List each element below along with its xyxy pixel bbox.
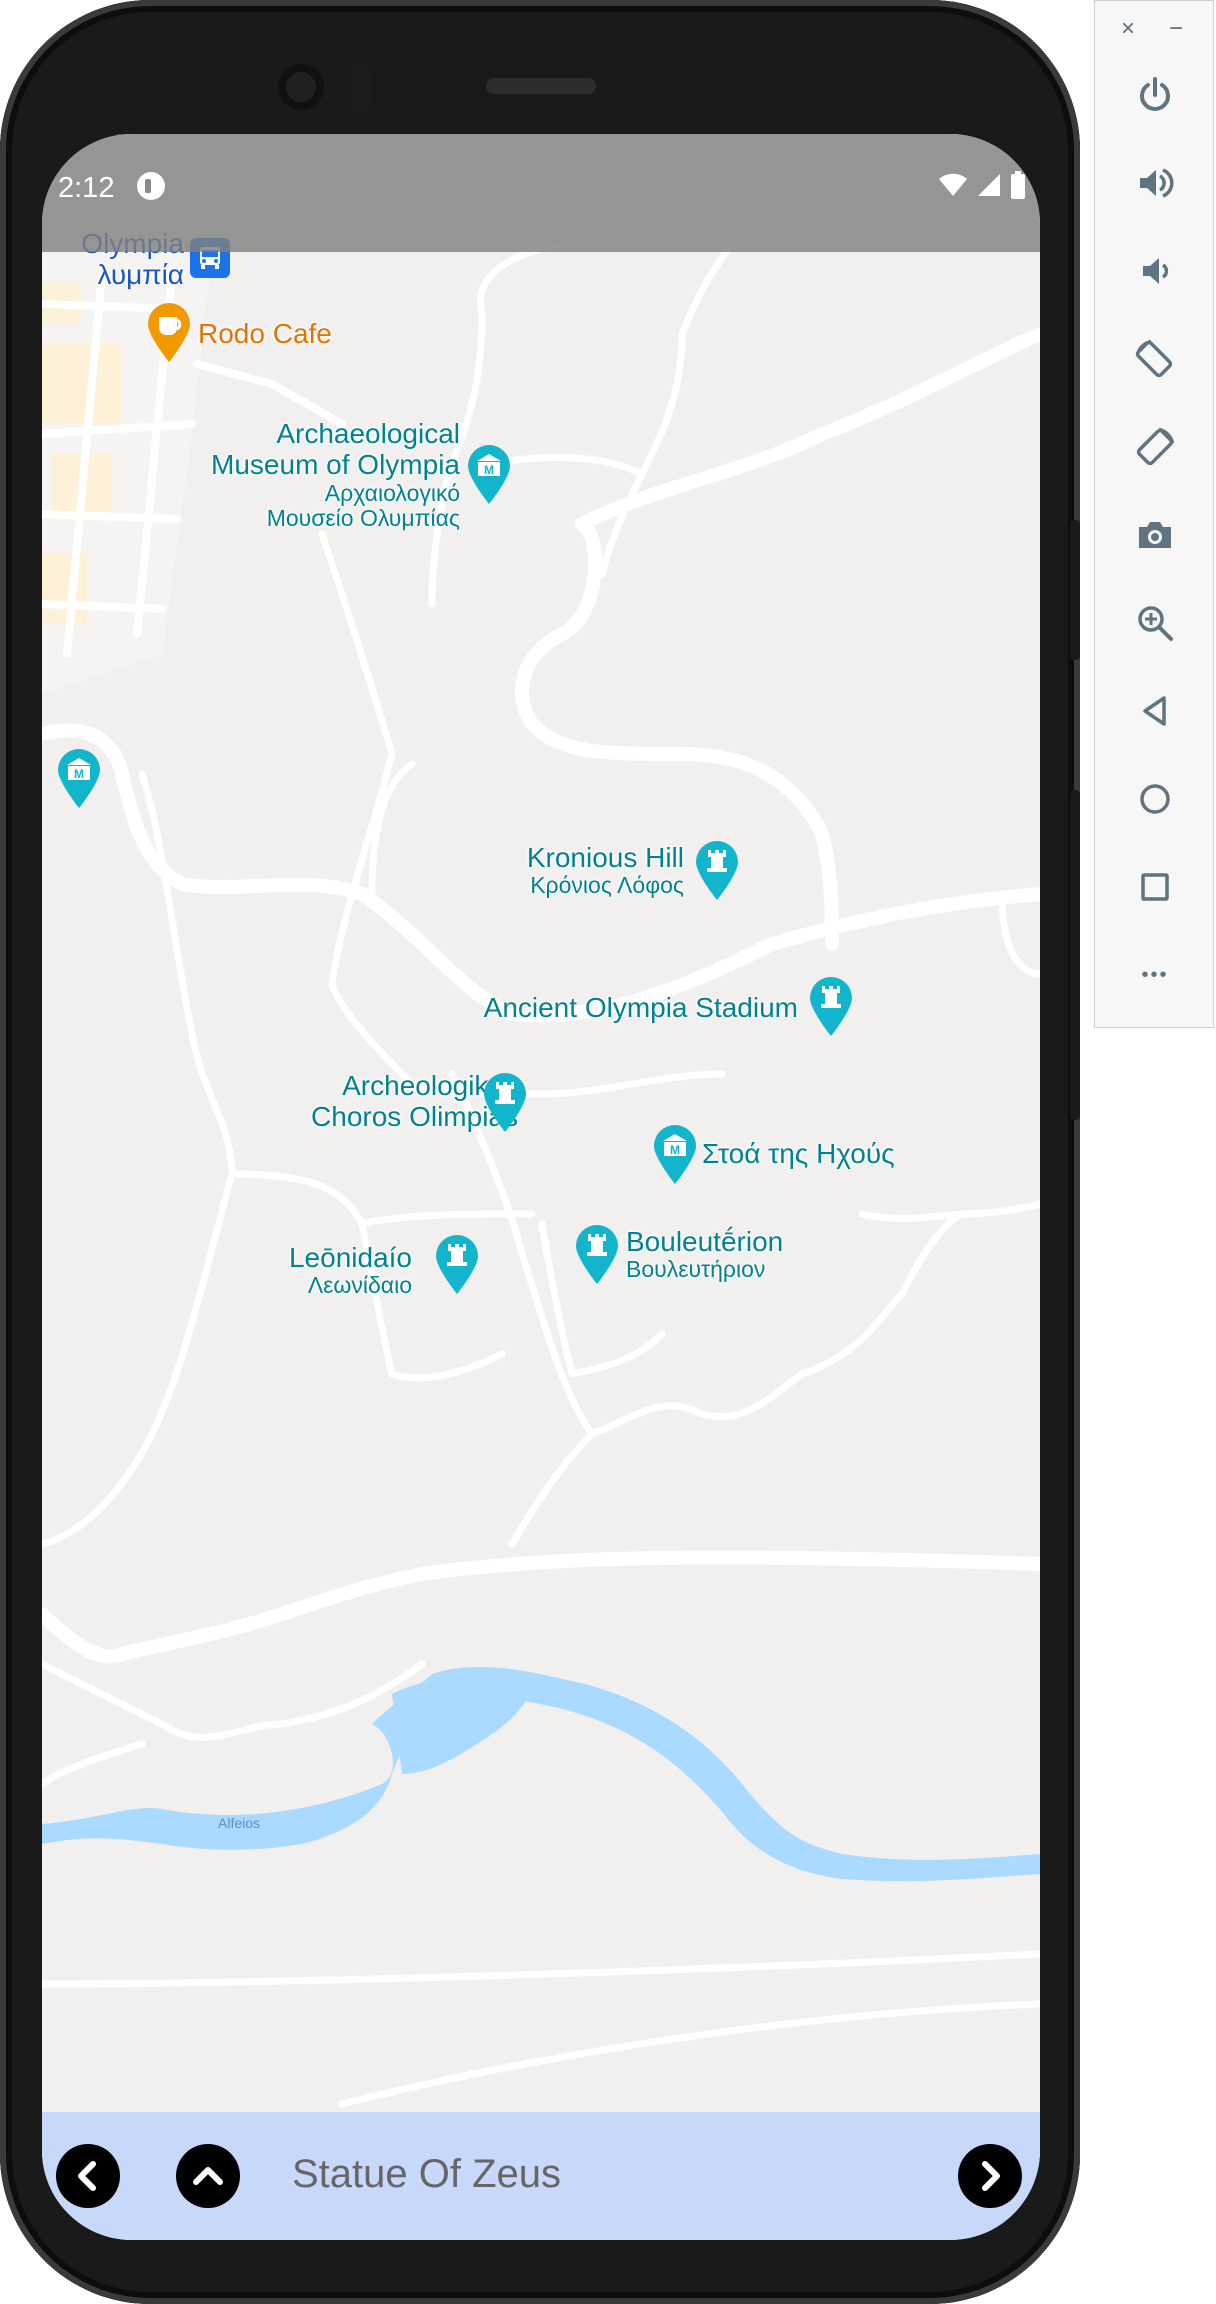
volume-up-button[interactable] bbox=[1125, 153, 1185, 213]
museum-name-line2: Museum of Olympia bbox=[211, 449, 460, 481]
monument-icon-kronious[interactable] bbox=[694, 840, 740, 902]
battery-icon bbox=[1011, 171, 1025, 199]
monument-icon-stadium[interactable] bbox=[808, 976, 854, 1038]
bouleuterion-name: Bouleutḗrion bbox=[626, 1226, 784, 1257]
power-button[interactable] bbox=[1125, 65, 1185, 125]
phone-volume-button bbox=[1070, 790, 1080, 1120]
screenshot-button[interactable] bbox=[1125, 505, 1185, 565]
stadium-name: Ancient Olympia Stadium bbox=[483, 992, 798, 1023]
phone-screen: Alfeios Olympia λυμπία Rodo Cafe Archaeo… bbox=[42, 134, 1040, 2240]
camera-icon bbox=[1139, 522, 1171, 548]
proximity-sensor bbox=[350, 62, 372, 112]
map-view[interactable]: Alfeios bbox=[42, 134, 1040, 2240]
zoom-in-icon bbox=[1138, 606, 1173, 641]
museum-icon-left[interactable]: M bbox=[56, 748, 102, 810]
kronious-hill-name: Kronious Hill bbox=[526, 842, 684, 873]
overview-square-icon bbox=[1141, 873, 1169, 901]
rotate-right-button[interactable] bbox=[1125, 417, 1185, 477]
kronious-hill-greek: Κρόνιος Λόφος bbox=[530, 872, 684, 899]
home-circle-icon bbox=[1140, 784, 1170, 814]
status-icons bbox=[938, 170, 1026, 200]
minimize-emulator-button[interactable]: − bbox=[1169, 15, 1183, 43]
museum-greek-line2: Μουσείο Ολυμπίας bbox=[266, 505, 460, 532]
place-rodo-cafe-label[interactable]: Rodo Cafe bbox=[198, 318, 332, 349]
museum-icon[interactable]: M bbox=[466, 444, 512, 506]
rotate-right-icon bbox=[1136, 427, 1175, 466]
status-time: 2:12 bbox=[58, 172, 115, 204]
river-label: Alfeios bbox=[218, 1815, 260, 1831]
phone-power-button bbox=[1070, 520, 1080, 660]
home-button[interactable] bbox=[1125, 769, 1185, 829]
rodo-cafe-name: Rodo Cafe bbox=[198, 318, 332, 349]
rotate-left-icon bbox=[1135, 339, 1173, 378]
place-leonidaio-label[interactable]: Leōnidaío Λεωνίδαιο bbox=[289, 1242, 412, 1299]
place-bouleuterion-label[interactable]: Bouleutḗrion Βουλευτήριον bbox=[626, 1226, 783, 1283]
monument-icon-choros[interactable] bbox=[482, 1072, 528, 1134]
place-olympia-line2: λυμπία bbox=[97, 259, 184, 291]
place-museum-label[interactable]: Archaeological Museum of Olympia Αρχαιολ… bbox=[211, 418, 460, 532]
zoom-button[interactable] bbox=[1125, 593, 1185, 653]
museum-name-line1: Archaeological bbox=[276, 418, 460, 449]
rotate-left-button[interactable] bbox=[1125, 329, 1185, 389]
volume-down-button[interactable] bbox=[1125, 241, 1185, 301]
overview-button[interactable] bbox=[1125, 857, 1185, 917]
cafe-icon[interactable] bbox=[146, 302, 192, 364]
power-icon bbox=[1140, 77, 1170, 111]
emulator-control-panel: × − ••• bbox=[1094, 0, 1214, 1028]
svg-text:M: M bbox=[484, 463, 494, 477]
place-kronious-hill-label[interactable]: Kronious Hill Κρόνιος Λόφος bbox=[527, 842, 684, 899]
wifi-icon bbox=[939, 173, 967, 196]
monument-icon-leonidaio[interactable] bbox=[434, 1234, 480, 1296]
more-icon: ••• bbox=[1141, 963, 1169, 986]
next-button[interactable] bbox=[958, 2144, 1022, 2208]
back-button[interactable] bbox=[1125, 681, 1185, 741]
chevron-left-icon bbox=[78, 2161, 96, 2191]
front-camera bbox=[278, 64, 324, 110]
svg-text:M: M bbox=[670, 1143, 680, 1157]
chevron-up-icon bbox=[193, 2167, 223, 2185]
close-emulator-button[interactable]: × bbox=[1121, 15, 1135, 43]
stoa-name: Στοά της Ηχούς bbox=[702, 1138, 895, 1169]
leonidaio-name: Leōnidaío bbox=[288, 1242, 412, 1273]
museum-icon-stoa[interactable]: M bbox=[652, 1124, 698, 1186]
leonidaio-greek: Λεωνίδαιο bbox=[307, 1272, 412, 1299]
place-stoa-label[interactable]: Στοά της Ηχούς bbox=[702, 1138, 895, 1169]
volume-down-icon bbox=[1143, 258, 1169, 284]
back-triangle-icon bbox=[1143, 696, 1166, 726]
cellular-signal-icon bbox=[978, 174, 1000, 196]
monument-icon-bouleuterion[interactable] bbox=[574, 1224, 620, 1286]
status-bar: 2:12 bbox=[42, 134, 1040, 252]
museum-greek-line1: Αρχαιολογικό bbox=[324, 479, 460, 506]
svg-text:M: M bbox=[74, 767, 84, 781]
place-stadium-label[interactable]: Ancient Olympia Stadium bbox=[484, 992, 798, 1023]
bottom-navigation-bar: Statue Of Zeus bbox=[42, 2112, 1040, 2240]
volume-up-icon bbox=[1140, 168, 1174, 198]
selected-place-title: Statue Of Zeus bbox=[292, 2152, 562, 2196]
expand-up-button[interactable] bbox=[176, 2144, 240, 2208]
bouleuterion-greek: Βουλευτήριον bbox=[626, 1256, 766, 1283]
chevron-right-icon bbox=[982, 2161, 1000, 2191]
earpiece-speaker bbox=[486, 78, 596, 94]
previous-button[interactable] bbox=[56, 2144, 120, 2208]
notification-app-icon bbox=[137, 172, 165, 200]
more-options-button[interactable]: ••• bbox=[1125, 945, 1185, 1005]
